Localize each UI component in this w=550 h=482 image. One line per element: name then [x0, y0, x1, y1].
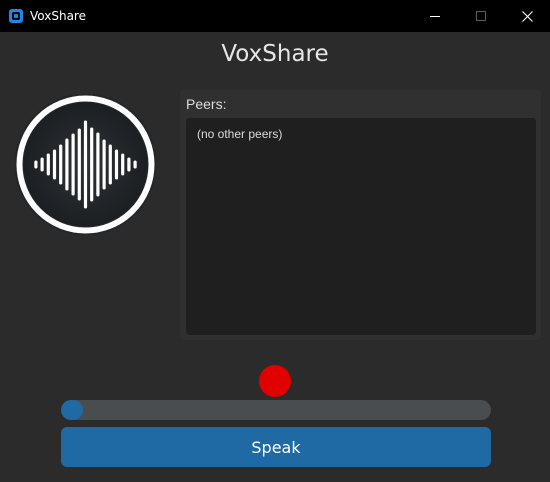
- wave-bar: [127, 157, 131, 172]
- wave-bar: [77, 128, 81, 201]
- close-button[interactable]: [504, 0, 550, 32]
- recording-indicator: [259, 365, 291, 397]
- maximize-button[interactable]: [458, 0, 504, 32]
- peers-empty-text: (no other peers): [197, 127, 283, 141]
- minimize-button[interactable]: [412, 0, 458, 32]
- wave-bar: [46, 153, 50, 176]
- peers-panel: Peers: (no other peers): [180, 90, 541, 340]
- minimize-icon: [430, 15, 440, 17]
- peers-list[interactable]: (no other peers): [186, 118, 536, 335]
- app-icon: [9, 9, 23, 23]
- wave-bar: [65, 138, 69, 191]
- app-window: VoxShare VoxShare Peers: (no other peers…: [0, 0, 550, 482]
- sound-wave-icon: [14, 93, 157, 236]
- wave-bar: [102, 139, 106, 190]
- peers-label: Peers:: [186, 96, 227, 112]
- wave-bar: [83, 120, 88, 209]
- wave-bar: [114, 149, 119, 180]
- close-icon: [521, 10, 533, 22]
- audio-level-bar[interactable]: [61, 400, 491, 420]
- window-title: VoxShare: [30, 9, 86, 23]
- wave-bar: [133, 160, 137, 169]
- wave-bar: [59, 144, 63, 185]
- audio-level-fill: [61, 400, 83, 420]
- wave-bar: [71, 133, 75, 196]
- wave-bar: [96, 132, 100, 197]
- maximize-icon: [476, 11, 486, 21]
- wave-bar: [121, 153, 125, 176]
- logo: [13, 93, 158, 236]
- app-title: VoxShare: [221, 41, 329, 67]
- title-bar[interactable]: VoxShare: [0, 0, 550, 32]
- wave-bar: [90, 127, 94, 202]
- speak-button[interactable]: Speak: [61, 427, 491, 467]
- wave-bar: [52, 149, 57, 180]
- wave-bar: [40, 157, 44, 172]
- wave-bar: [108, 144, 112, 185]
- wave-bar: [34, 160, 38, 169]
